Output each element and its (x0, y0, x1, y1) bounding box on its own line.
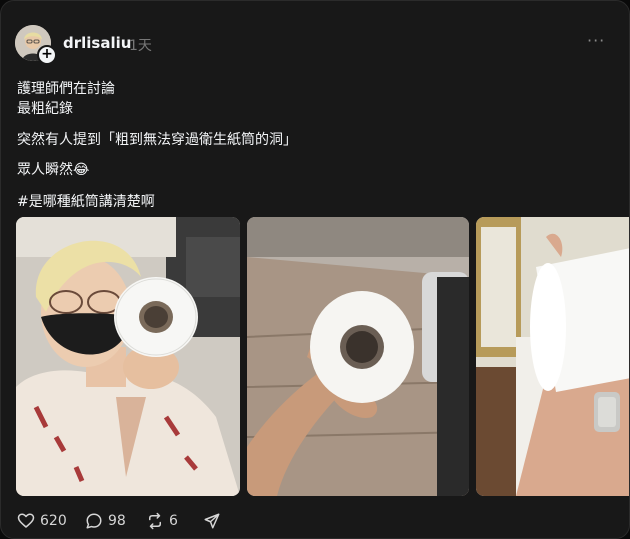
post-text-line: 護理師們在討論 (17, 81, 115, 97)
post-text-line: 突然有人提到「粗到無法穿過衛生紙筒的洞」 (17, 132, 297, 148)
repost-count: 6 (169, 513, 178, 529)
comment-button[interactable]: 98 (85, 512, 126, 530)
follow-plus-icon[interactable]: + (37, 45, 57, 65)
post-text-line: 眾人瞬然😂 (17, 162, 90, 178)
post-card: + drlisaliu 1天 ··· 護理師們在討論 最粗紀錄 突然有人提到「粗… (0, 0, 630, 539)
post-image-2[interactable] (247, 217, 469, 496)
post-image-1[interactable] (16, 217, 240, 496)
username[interactable]: drlisaliu (63, 34, 131, 52)
comment-icon (86, 513, 102, 529)
heart-icon (17, 513, 35, 528)
comment-count: 98 (108, 513, 126, 529)
post-text-line: 最粗紀錄 (17, 101, 73, 117)
more-options-icon[interactable]: ··· (587, 31, 605, 50)
send-icon (204, 513, 220, 529)
post-image-3[interactable] (476, 217, 629, 496)
share-button[interactable] (203, 512, 221, 530)
like-count: 620 (40, 513, 67, 529)
repost-icon (149, 512, 161, 530)
like-button[interactable]: 620 (17, 512, 67, 530)
post-hashtag[interactable]: #是哪種紙筒講清楚啊 (17, 191, 155, 211)
repost-button[interactable]: 6 (146, 512, 178, 530)
post-time: 1天 (129, 38, 152, 54)
